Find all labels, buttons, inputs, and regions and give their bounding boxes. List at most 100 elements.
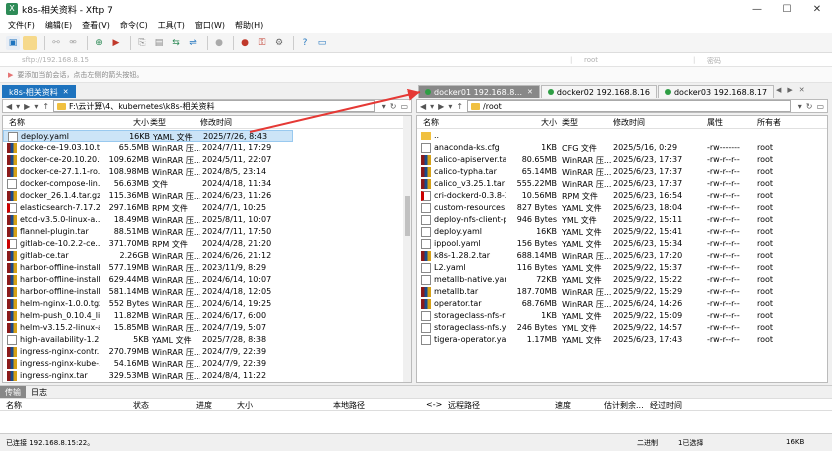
sync-icon[interactable]: ⇆ [169, 36, 183, 50]
table-row[interactable]: elasticsearch-7.17.2-... 297.16MBRPM 文件 20… [3, 202, 401, 214]
tab-log[interactable]: 日志 [26, 386, 52, 398]
xshell-icon[interactable]: ● [238, 36, 252, 50]
column-name[interactable]: 名称 [9, 116, 25, 128]
table-row[interactable]: docker-ce-27.1.1-ro... 108.98MB WinRAR 压..… [3, 166, 401, 178]
tab-next-icon[interactable]: ▶ [787, 86, 792, 94]
tab-k8s-local[interactable]: k8s-相关资料 ✕ [2, 85, 76, 98]
tab-docker03[interactable]: docker03 192.168.8.17 [657, 85, 775, 98]
table-row[interactable]: metallb.tar 187.70MB WinRAR 压... 2025/9/22,… [417, 286, 827, 298]
table-row[interactable]: k8s-1.28.2.tar 688.14MB WinRAR 压... 2025/6/… [417, 250, 827, 262]
new-tab-icon[interactable]: ⊕ [92, 36, 106, 50]
table-row[interactable]: harbor-offline-install... 581.14MB WinRAR … [3, 286, 401, 298]
table-row[interactable]: docker-compose-lin... 56.63MB 文件 2024/4/18,… [3, 178, 401, 190]
tab-close-all-icon[interactable]: ✕ [799, 86, 805, 94]
transfer-col-size[interactable]: 大小 [237, 400, 253, 411]
table-row[interactable]: tigera-operator.yaml 1.17MB YAML 文件 2025/6/… [417, 334, 827, 346]
tab-docker01[interactable]: docker01 192.168.8... ✕ [418, 85, 540, 98]
transfer-col-name[interactable]: 名称 [6, 400, 22, 411]
transfer-icon[interactable]: ⇌ [186, 36, 200, 50]
table-row[interactable]: docker-ce-20.10.20.t... 109.62MBWinRAR 压.… [3, 154, 401, 166]
table-row[interactable]: deploy.yaml 16KB YAML 文件 2025/9/22, 15:41 -r… [417, 226, 827, 238]
menu-edit[interactable]: 编辑(E) [45, 20, 72, 31]
dropdown-icon[interactable]: ▾ [448, 102, 452, 111]
paste-icon[interactable]: ▤ [152, 36, 166, 50]
table-row[interactable]: cri-dockerd-0.3.8-3.... 10.56MB RPM 文件 2025… [417, 190, 827, 202]
table-row[interactable]: harbor-offline-install... 577.19MB WinRAR … [3, 262, 401, 274]
refresh-icon[interactable]: ↻ [390, 102, 397, 111]
up-folder-icon[interactable]: ↑ [456, 102, 463, 111]
close-tab-icon[interactable]: ✕ [527, 88, 533, 96]
transfer-col-remote-path[interactable]: 远程路径 [448, 400, 480, 411]
username-input[interactable]: root [584, 56, 598, 64]
forward-icon[interactable]: ▶ [24, 102, 30, 111]
lock-icon[interactable]: ⚿ [255, 36, 269, 50]
menu-window[interactable]: 窗口(W) [195, 20, 225, 31]
terminal-icon[interactable]: ▶ [109, 36, 123, 50]
column-type[interactable]: 类型 [150, 116, 166, 128]
table-row[interactable]: ippool.yaml 156 Bytes YAML 文件 2025/6/23, 15… [417, 238, 827, 250]
close-button[interactable]: ✕ [802, 0, 832, 18]
table-row[interactable]: custom-resources.yaml 827 Bytes YAML 文件 202… [417, 202, 827, 214]
table-row[interactable]: calico_v3.25.1.tar 555.22MB WinRAR 压... 202… [417, 178, 827, 190]
globe-icon[interactable]: ● [212, 36, 226, 50]
disconnect-icon[interactable]: ⚮ [66, 36, 80, 50]
minimize-button[interactable]: — [742, 0, 772, 18]
table-row[interactable]: storageclass-nfs-rba... 1KB YAML 文件 2025/9/… [417, 310, 827, 322]
table-row[interactable]: L2.yaml 116 Bytes YAML 文件 2025/9/22, 15:37 -… [417, 262, 827, 274]
tab-docker02[interactable]: docker02 192.168.8.16 [540, 85, 657, 98]
table-row[interactable]: operator.tar 68.76MB WinRAR 压... 2025/6/24,… [417, 298, 827, 310]
table-row[interactable]: gitlab-ce.tar 2.26GB WinRAR 压... 2024/6/26,… [3, 250, 401, 262]
table-row[interactable]: ingress-nginx-contr... 270.79MB WinRAR 压..… [3, 346, 401, 358]
right-path-input[interactable]: /root [467, 100, 791, 112]
column-type[interactable]: 类型 [562, 116, 578, 128]
transfer-queue[interactable] [0, 411, 832, 433]
host-input[interactable]: sftp://192.168.8.15 [22, 56, 89, 64]
column-mtime[interactable]: 修改时间 [613, 116, 645, 128]
table-row[interactable]: helm-v3.15.2-linux-a... 15.85MBWinRAR 压..… [3, 322, 401, 334]
table-row[interactable]: anaconda-ks.cfg 1KB CFG 文件 2025/5/16, 0:29 -… [417, 142, 827, 154]
tab-transfer[interactable]: 传输 [0, 386, 26, 398]
open-folder-icon[interactable] [23, 35, 37, 50]
tab-prev-icon[interactable]: ◀ [776, 86, 781, 94]
table-row[interactable]: ingress-nginx-kube-... 54.16MB WinRAR 压...… [3, 358, 401, 370]
transfer-col-direction[interactable]: <-> [426, 400, 442, 409]
local-scrollbar[interactable] [403, 116, 411, 382]
folder-tool-icon[interactable]: ▭ [400, 102, 408, 111]
table-row[interactable]: helm-nginx-1.0.0.tgz 552 Bytes WinRAR 压...… [3, 298, 401, 310]
local-file-list[interactable]: 名称 大小 类型 修改时间 deploy.yaml 16KB YAML 文件 2025… [2, 115, 412, 383]
column-owner[interactable]: 所有者 [757, 116, 781, 128]
column-size[interactable]: 大小 [505, 116, 557, 128]
menu-file[interactable]: 文件(F) [8, 20, 35, 31]
transfer-col-elapsed[interactable]: 经过时间 [650, 400, 682, 411]
left-path-input[interactable]: F:\云计算\4、kubernetes\k8s-相关资料 [53, 100, 375, 112]
table-row[interactable]: flannel-plugin.tar 88.51MB WinRAR 压... 2024… [3, 226, 401, 238]
table-row[interactable]: gitlab-ce-10.2.2-ce... 371.70MB RPM 文件 2024… [3, 238, 401, 250]
dropdown-icon[interactable]: ▾ [430, 102, 434, 111]
column-attr[interactable]: 属性 [707, 116, 723, 128]
dropdown-icon[interactable]: ▾ [16, 102, 20, 111]
up-folder-icon[interactable]: ↑ [42, 102, 49, 111]
menu-tools[interactable]: 工具(T) [158, 20, 185, 31]
table-row[interactable]: docker_26.1.4.tar.gz 115.36MB WinRAR 压... 2… [3, 190, 401, 202]
new-session-icon[interactable]: ▣ [6, 35, 20, 50]
transfer-col-status[interactable]: 状态 [133, 400, 149, 411]
connect-icon[interactable]: ⚯ [49, 36, 63, 50]
gear-icon[interactable]: ⚙ [272, 36, 286, 50]
parent-directory-row[interactable]: .. [417, 130, 827, 142]
table-row[interactable]: deploy-nfs-client-pr... 946 Bytes YML 文件 20… [417, 214, 827, 226]
table-row[interactable]: metallb-native.yaml 72KB YAML 文件 2025/9/22,… [417, 274, 827, 286]
folder-tool-icon[interactable]: ▭ [816, 102, 824, 111]
table-row[interactable]: docke-ce-19.03.10.tar 65.5MB WinRAR 压... 20… [3, 142, 401, 154]
path-dropdown-icon[interactable]: ▾ [798, 102, 802, 111]
maximize-button[interactable]: ☐ [772, 0, 802, 18]
table-row[interactable]: etcd-v3.5.0-linux-a... 18.49MB WinRAR 压...… [3, 214, 401, 226]
back-icon[interactable]: ◀ [420, 102, 426, 111]
scroll-thumb[interactable] [405, 196, 410, 236]
close-tab-icon[interactable]: ✕ [63, 88, 69, 96]
table-row[interactable]: calico-typha.tar 65.14MB WinRAR 压... 2025/6… [417, 166, 827, 178]
table-row[interactable]: harbor-offline-install... 629.44MB WinRAR … [3, 274, 401, 286]
column-size[interactable]: 大小 [99, 116, 149, 128]
dropdown-icon[interactable]: ▾ [34, 102, 38, 111]
back-icon[interactable]: ◀ [6, 102, 12, 111]
table-row[interactable]: storageclass-nfs.yml 246 Bytes YML 文件 2025/… [417, 322, 827, 334]
